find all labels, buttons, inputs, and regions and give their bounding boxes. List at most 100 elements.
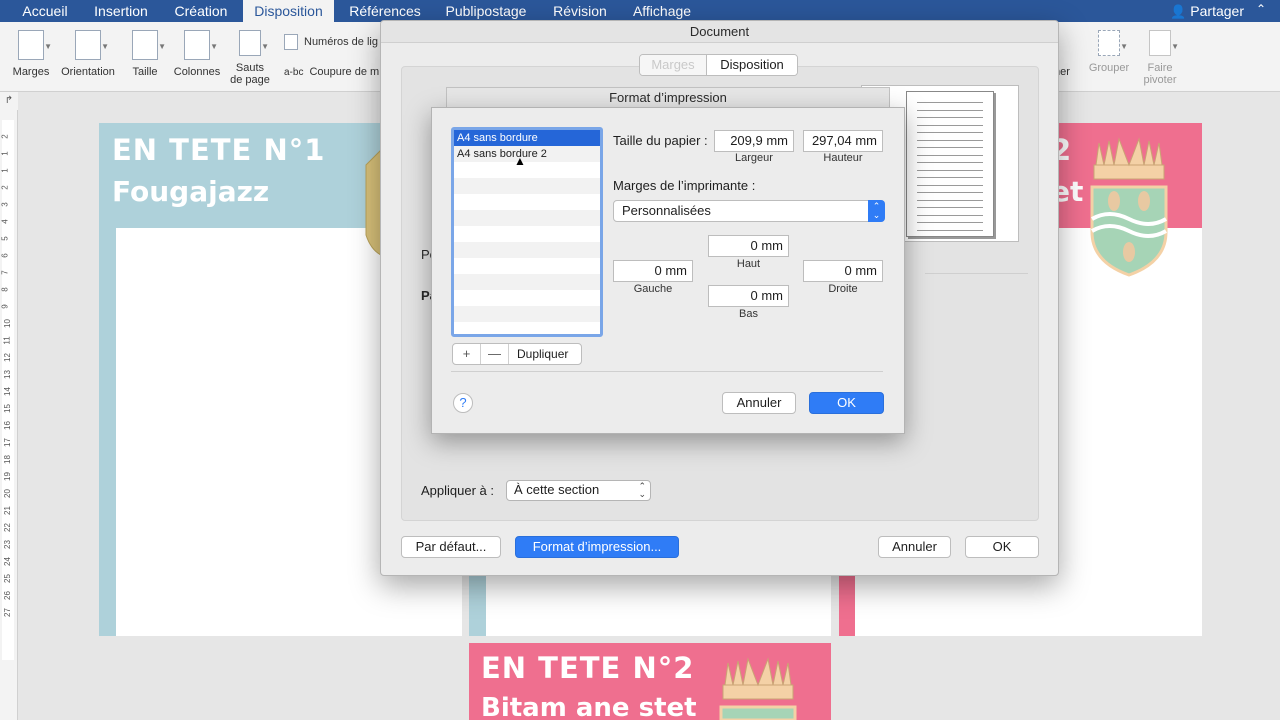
preview-text-line — [917, 229, 983, 231]
breaks-icon: ▼ — [239, 30, 269, 56]
margins-button[interactable]: ▼ Marges — [12, 30, 52, 78]
mouse-cursor-icon: ▲ — [514, 154, 526, 168]
tab-creation[interactable]: Création — [166, 0, 236, 22]
tab-disposition-dialog[interactable]: Disposition — [707, 55, 797, 75]
ruler-number: 6 — [0, 253, 10, 258]
ruler-number: 23 — [2, 540, 12, 549]
margin-left-field[interactable]: 0 mm — [613, 260, 693, 282]
margin-bottom-field[interactable]: 0 mm — [708, 285, 789, 307]
line-numbers-button[interactable]: Numéros de lig — [284, 34, 378, 50]
margin-top-field[interactable]: 0 mm — [708, 235, 789, 257]
list-toolbar: + — Dupliquer — [452, 343, 582, 365]
ruler-number: 8 — [0, 287, 10, 292]
empty-list-row — [454, 162, 600, 178]
rotate-button[interactable]: ▼ Faire pivoter — [1140, 30, 1180, 86]
tab-accueil[interactable]: Accueil — [12, 0, 78, 22]
print-format-ok-button[interactable]: OK — [809, 392, 884, 414]
chevron-up-icon[interactable]: ⌃ — [1256, 2, 1266, 16]
preview-text-line — [917, 169, 983, 171]
preview-text-line — [917, 184, 983, 186]
hyphenation-button[interactable]: a-bc Coupure de m — [284, 66, 379, 78]
preview-text-line — [917, 177, 983, 178]
ruler-number: 27 — [2, 608, 12, 617]
ruler-number: 2 — [0, 134, 10, 139]
paper-size-item[interactable]: A4 sans bordure 2 — [454, 146, 600, 162]
print-format-cancel-button[interactable]: Annuler — [722, 392, 796, 414]
breaks-label-1: Sauts — [235, 62, 265, 74]
margin-top-caption: Haut — [736, 258, 761, 270]
paper-height-field[interactable]: 297,04 mm — [803, 130, 883, 152]
help-icon[interactable]: ? — [453, 393, 473, 413]
orientation-button[interactable]: ▼ Orientation — [60, 30, 116, 78]
vertical-ruler[interactable]: 2 1 1 2 3 4 5 6 7 8 9 10 11 12 13 14 15 16 17 18 19 20 21 22 23 2… — [0, 110, 18, 720]
share-label: Partager — [1190, 3, 1244, 19]
empty-list-row — [454, 226, 600, 242]
tab-publipostage[interactable]: Publipostage — [436, 0, 536, 22]
preview-text-line — [917, 154, 983, 156]
paper-size-label: Taille du papier : — [613, 133, 708, 148]
line-numbers-icon — [284, 34, 298, 50]
group-icon: ▼ — [1098, 30, 1128, 56]
paper-width-field[interactable]: 209,9 mm — [714, 130, 794, 152]
document-ok-button[interactable]: OK — [965, 536, 1039, 558]
breaks-button[interactable]: ▼ Sauts de page — [228, 30, 272, 86]
preview-text-line — [917, 147, 983, 148]
tab-affichage[interactable]: Affichage — [624, 0, 700, 22]
printer-margins-select[interactable]: Personnalisées ⌃ ⌄ — [613, 200, 885, 222]
header-4-subtitle[interactable]: Bitam ane stet — [481, 693, 697, 720]
margin-bottom-caption: Bas — [739, 308, 758, 320]
ruler-number: 14 — [2, 387, 12, 396]
header-4-title[interactable]: EN TETE N°2 — [481, 651, 694, 685]
margin-right-field[interactable]: 0 mm — [803, 260, 883, 282]
preview-text-line — [917, 124, 983, 126]
apply-to-select[interactable]: À cette section ⌃ ⌄ — [506, 480, 651, 501]
ribbon-tab-bar: Accueil Insertion Création Disposition R… — [0, 0, 1280, 22]
updown-arrows-icon: ⌃ ⌄ — [868, 200, 885, 222]
group-button[interactable]: ▼ Grouper — [1088, 30, 1130, 74]
document-cancel-button[interactable]: Annuler — [878, 536, 951, 558]
margins-label: Marges — [12, 66, 50, 78]
print-format-button[interactable]: Format d’impression... — [515, 536, 679, 558]
columns-button[interactable]: ▼ Colonnes — [172, 30, 222, 78]
ruler-number: 2 — [0, 185, 10, 190]
size-label: Taille — [132, 66, 158, 78]
hyphenation-icon: a-bc — [284, 67, 304, 78]
tab-stop-icon[interactable]: ↱ — [0, 92, 18, 110]
paper-size-list[interactable]: A4 sans bordure A4 sans bordure 2 — [451, 127, 603, 337]
tab-insertion[interactable]: Insertion — [84, 0, 158, 22]
orientation-icon: ▼ — [75, 30, 109, 60]
paper-size-item[interactable]: A4 sans bordure — [454, 130, 600, 146]
hyphenation-label: Coupure de m — [309, 66, 380, 78]
size-button[interactable]: ▼ Taille — [130, 30, 166, 78]
duplicate-button[interactable]: Dupliquer — [509, 344, 576, 364]
remove-icon[interactable]: — — [481, 344, 509, 364]
tab-disposition[interactable]: Disposition — [243, 0, 334, 22]
tab-revision[interactable]: Révision — [545, 0, 615, 22]
margin-left-caption: Gauche — [633, 283, 673, 295]
header-1-title[interactable]: EN TETE N°1 — [112, 133, 325, 167]
add-person-icon: 👤 — [1170, 4, 1187, 19]
ruler-number: 24 — [2, 557, 12, 566]
tab-marges[interactable]: Marges — [640, 55, 707, 75]
print-format-title: Format d’impression — [446, 87, 890, 107]
divider — [451, 371, 883, 372]
ruler-number: 12 — [2, 353, 12, 362]
page-4[interactable]: EN TETE N°2 Bitam ane stet — [469, 643, 831, 720]
empty-list-row — [454, 258, 600, 274]
paper-height-caption: Hauteur — [823, 152, 863, 164]
updown-arrows-icon: ⌃ ⌄ — [638, 481, 646, 499]
divider — [925, 273, 1028, 274]
preview-text-line — [917, 199, 983, 201]
ruler-number: 4 — [0, 219, 10, 224]
crest-icon — [1090, 137, 1168, 277]
empty-list-row — [454, 210, 600, 226]
add-icon[interactable]: + — [453, 344, 481, 364]
ruler-number: 1 — [0, 168, 10, 173]
tab-references[interactable]: Références — [342, 0, 428, 22]
default-button[interactable]: Par défaut... — [401, 536, 501, 558]
columns-icon: ▼ — [184, 30, 218, 60]
ruler-number: 26 — [2, 591, 12, 600]
share-button[interactable]: 👤 Partager — [1170, 0, 1244, 22]
header-1-subtitle[interactable]: Fougajazz — [112, 175, 269, 208]
preview-text-line — [917, 214, 983, 216]
